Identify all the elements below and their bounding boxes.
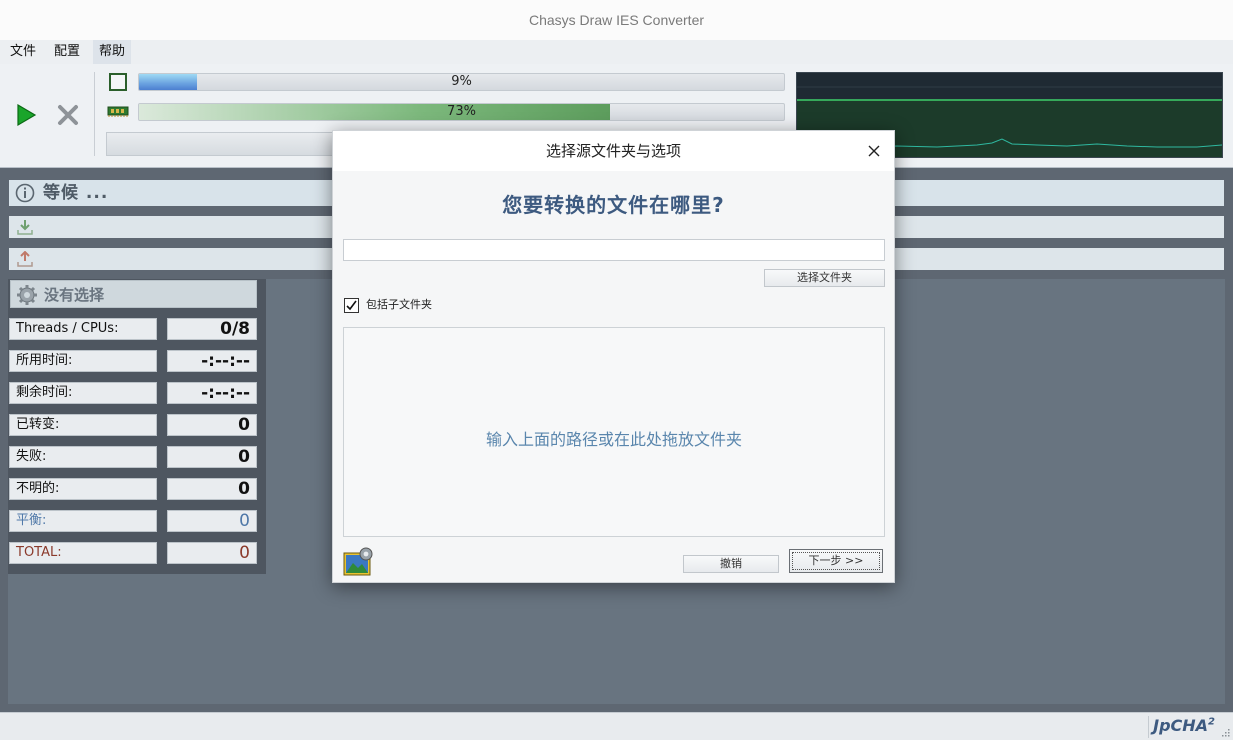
memory-progress-label: 73% [447, 104, 476, 119]
close-x-icon [58, 105, 78, 125]
toolbar-divider [94, 72, 95, 156]
menu-file[interactable]: 文件 [4, 40, 42, 64]
stat-failed-value: 0 [167, 446, 257, 468]
stat-converted-label: 已转变: [9, 414, 157, 436]
stop-button[interactable] [54, 101, 82, 129]
close-icon [868, 145, 880, 157]
dialog-heading: 您要转换的文件在哪里? [502, 193, 725, 217]
stat-total-value: 0 [167, 542, 257, 564]
dialog-close-button[interactable] [862, 139, 886, 163]
file-progress-label: 9% [451, 74, 472, 89]
status-divider [1148, 716, 1149, 738]
folder-drop-zone[interactable]: 输入上面的路径或在此处拖放文件夹 [343, 327, 885, 537]
checkmark-icon [346, 300, 357, 311]
choose-folder-button[interactable]: 选择文件夹 [764, 269, 885, 287]
next-button[interactable]: 下一步 >> [789, 549, 883, 573]
stat-balance-label: 平衡: [9, 510, 157, 532]
download-icon [17, 220, 33, 235]
status-text: 等候 ... [43, 183, 109, 203]
dialog-title: 选择源文件夹与选项 [333, 131, 894, 171]
stat-total-label: TOTAL: [9, 542, 157, 564]
select-source-dialog: 选择源文件夹与选项 您要转换的文件在哪里? 选择文件夹 包括子文件夹 输入上面的… [332, 130, 895, 583]
stat-elapsed-value: -:--:-- [167, 350, 257, 372]
window-title: Chasys Draw IES Converter [0, 0, 1233, 40]
stat-failed-label: 失败: [9, 446, 157, 468]
memory-progress-bar: 73% [138, 103, 785, 121]
stat-unknown-value: 0 [167, 478, 257, 500]
menu-bar: 文件 配置 帮助 [0, 40, 1233, 64]
cancel-button[interactable]: 撤销 [683, 555, 779, 573]
stat-remaining-label: 剩余时间: [9, 382, 157, 404]
selection-header: 没有选择 [10, 280, 257, 308]
file-icon [108, 72, 128, 92]
stat-unknown-label: 不明的: [9, 478, 157, 500]
play-icon [17, 103, 37, 127]
stat-elapsed-label: 所用时间: [9, 350, 157, 372]
stat-converted-value: 0 [167, 414, 257, 436]
file-progress-bar: 9% [138, 73, 785, 91]
stat-threads-label: Threads / CPUs: [9, 318, 157, 340]
include-subfolders-label[interactable]: 包括子文件夹 [366, 297, 432, 313]
selection-title: 没有选择 [44, 286, 105, 304]
stat-balance-value: 0 [167, 510, 257, 532]
resize-grip-icon[interactable] [1220, 727, 1230, 737]
start-button[interactable] [12, 101, 40, 129]
image-settings-icon [343, 545, 375, 577]
include-subfolders-checkbox[interactable] [344, 298, 359, 313]
stat-remaining-value: -:--:-- [167, 382, 257, 404]
drop-zone-hint: 输入上面的路径或在此处拖放文件夹 [485, 430, 742, 449]
source-path-input[interactable] [343, 239, 885, 261]
memory-icon [107, 104, 129, 124]
info-icon [15, 183, 35, 203]
menu-config[interactable]: 配置 [48, 40, 86, 64]
status-bar: JpCHA2 [0, 712, 1233, 740]
stat-threads-value: 0/8 [167, 318, 257, 340]
menu-help[interactable]: 帮助 [93, 40, 132, 64]
brand-logo: JpCHA2 [1153, 716, 1215, 735]
gear-icon [17, 285, 37, 305]
upload-icon [17, 251, 33, 267]
